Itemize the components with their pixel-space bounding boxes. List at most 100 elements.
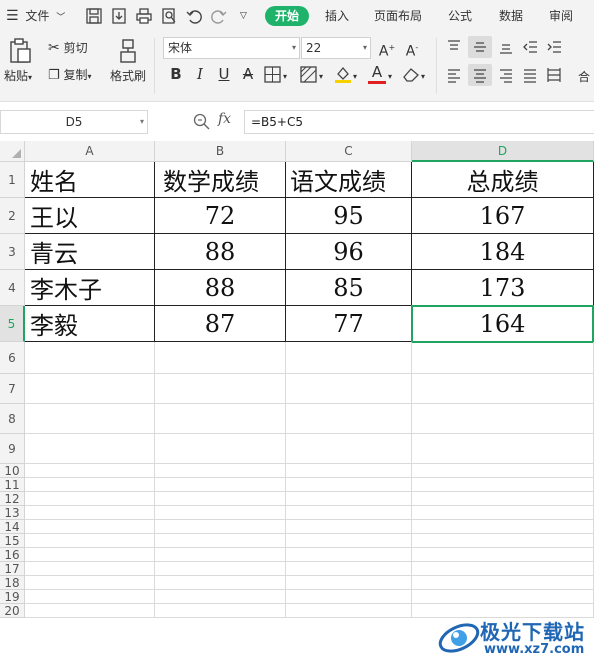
justify-icon[interactable] (522, 67, 538, 83)
fx-icon[interactable]: fx (218, 111, 231, 127)
align-bottom-icon[interactable] (498, 39, 514, 55)
cell-b13[interactable] (155, 506, 286, 520)
cell-c17[interactable] (286, 562, 412, 576)
cell-d9[interactable] (412, 434, 594, 464)
row-header-6[interactable]: 6 (0, 342, 25, 374)
cell-c6[interactable] (286, 342, 412, 374)
cell-a17[interactable] (25, 562, 155, 576)
cell-b19[interactable] (155, 590, 286, 604)
cell-d6[interactable] (412, 342, 594, 374)
cell-a15[interactable] (25, 534, 155, 548)
cell-d4[interactable]: 173 (412, 270, 594, 306)
cell-c12[interactable] (286, 492, 412, 506)
cell-a11[interactable] (25, 478, 155, 492)
cell-b16[interactable] (155, 548, 286, 562)
cut-button[interactable]: ✂ 剪切 (48, 41, 88, 55)
row-header-2[interactable]: 2 (0, 198, 25, 234)
cell-b11[interactable] (155, 478, 286, 492)
align-center-button[interactable] (468, 64, 492, 86)
cell-b1[interactable]: 数学成绩 (155, 162, 286, 198)
row-header-3[interactable]: 3 (0, 234, 25, 270)
cell-c14[interactable] (286, 520, 412, 534)
align-left-icon[interactable] (446, 67, 462, 83)
cell-c13[interactable] (286, 506, 412, 520)
tab-review[interactable]: 审阅 (549, 0, 573, 32)
increase-indent-icon[interactable] (546, 39, 562, 55)
cell-c8[interactable] (286, 404, 412, 434)
row-header-18[interactable]: 18 (0, 576, 25, 590)
cell-c18[interactable] (286, 576, 412, 590)
cell-d12[interactable] (412, 492, 594, 506)
redo-icon[interactable] (210, 7, 228, 25)
cell-a3[interactable]: 青云 (25, 234, 155, 270)
cell-c5[interactable]: 77 (286, 306, 412, 342)
cell-a20[interactable] (25, 604, 155, 618)
cell-b5[interactable]: 87 (155, 306, 286, 342)
cell-a1[interactable]: 姓名 (25, 162, 155, 198)
align-right-icon[interactable] (498, 67, 514, 83)
cell-a16[interactable] (25, 548, 155, 562)
align-middle-button[interactable] (468, 36, 492, 58)
paste-icon[interactable] (8, 38, 32, 64)
row-header-20[interactable]: 20 (0, 604, 25, 618)
cell-b2[interactable]: 72 (155, 198, 286, 234)
cell-a10[interactable] (25, 464, 155, 478)
eraser-icon[interactable] (402, 66, 420, 83)
paste-button[interactable]: 粘贴▾ (4, 69, 32, 85)
cell-b15[interactable] (155, 534, 286, 548)
decrease-indent-icon[interactable] (522, 39, 538, 55)
cell-c16[interactable] (286, 548, 412, 562)
cell-c9[interactable] (286, 434, 412, 464)
row-header-19[interactable]: 19 (0, 590, 25, 604)
cell-d18[interactable] (412, 576, 594, 590)
fill-pattern-icon[interactable] (300, 66, 317, 83)
row-header-12[interactable]: 12 (0, 492, 25, 506)
select-all-corner[interactable] (0, 141, 25, 162)
strikethrough-icon[interactable]: A (238, 64, 258, 84)
cell-a7[interactable] (25, 374, 155, 404)
cell-b17[interactable] (155, 562, 286, 576)
column-header-d[interactable]: D (412, 141, 594, 162)
cell-b10[interactable] (155, 464, 286, 478)
cell-a18[interactable] (25, 576, 155, 590)
cell-a9[interactable] (25, 434, 155, 464)
cell-b18[interactable] (155, 576, 286, 590)
distributed-align-icon[interactable] (546, 67, 562, 83)
cell-b3[interactable]: 88 (155, 234, 286, 270)
file-menu[interactable]: ☰ 文件 ﹀ (6, 0, 65, 32)
spreadsheet-grid[interactable]: A B C D 1 姓名 数学成绩 语文成绩 总成绩 2 王以 72 95 167 3 青云 88 96 184 4 李… (0, 141, 594, 668)
chevron-down-icon[interactable]: ▾ (283, 70, 287, 84)
print-preview-icon[interactable] (160, 7, 178, 25)
cell-c7[interactable] (286, 374, 412, 404)
column-header-c[interactable]: C (286, 141, 412, 162)
cell-b20[interactable] (155, 604, 286, 618)
cell-a19[interactable] (25, 590, 155, 604)
format-painter-icon[interactable] (118, 38, 138, 64)
row-header-15[interactable]: 15 (0, 534, 25, 548)
cell-b8[interactable] (155, 404, 286, 434)
chevron-down-icon[interactable]: ▾ (421, 70, 425, 84)
cell-d7[interactable] (412, 374, 594, 404)
cell-d16[interactable] (412, 548, 594, 562)
row-header-16[interactable]: 16 (0, 548, 25, 562)
save-icon[interactable] (85, 7, 103, 25)
cell-c11[interactable] (286, 478, 412, 492)
cell-d2[interactable]: 167 (412, 198, 594, 234)
cell-c3[interactable]: 96 (286, 234, 412, 270)
cell-c15[interactable] (286, 534, 412, 548)
row-header-1[interactable]: 1 (0, 162, 25, 198)
cell-a6[interactable] (25, 342, 155, 374)
row-header-9[interactable]: 9 (0, 434, 25, 464)
cell-d8[interactable] (412, 404, 594, 434)
row-header-11[interactable]: 11 (0, 478, 25, 492)
row-header-4[interactable]: 4 (0, 270, 25, 306)
increase-font-size-icon[interactable]: A+ (377, 38, 397, 60)
fill-color-icon[interactable] (334, 65, 352, 84)
cell-d11[interactable] (412, 478, 594, 492)
cell-b9[interactable] (155, 434, 286, 464)
italic-icon[interactable]: I (190, 64, 210, 84)
cell-a4[interactable]: 李木子 (25, 270, 155, 306)
cell-d10[interactable] (412, 464, 594, 478)
copy-button[interactable]: ❐ 复制▾ (48, 68, 92, 84)
zoom-search-icon[interactable] (193, 113, 210, 130)
